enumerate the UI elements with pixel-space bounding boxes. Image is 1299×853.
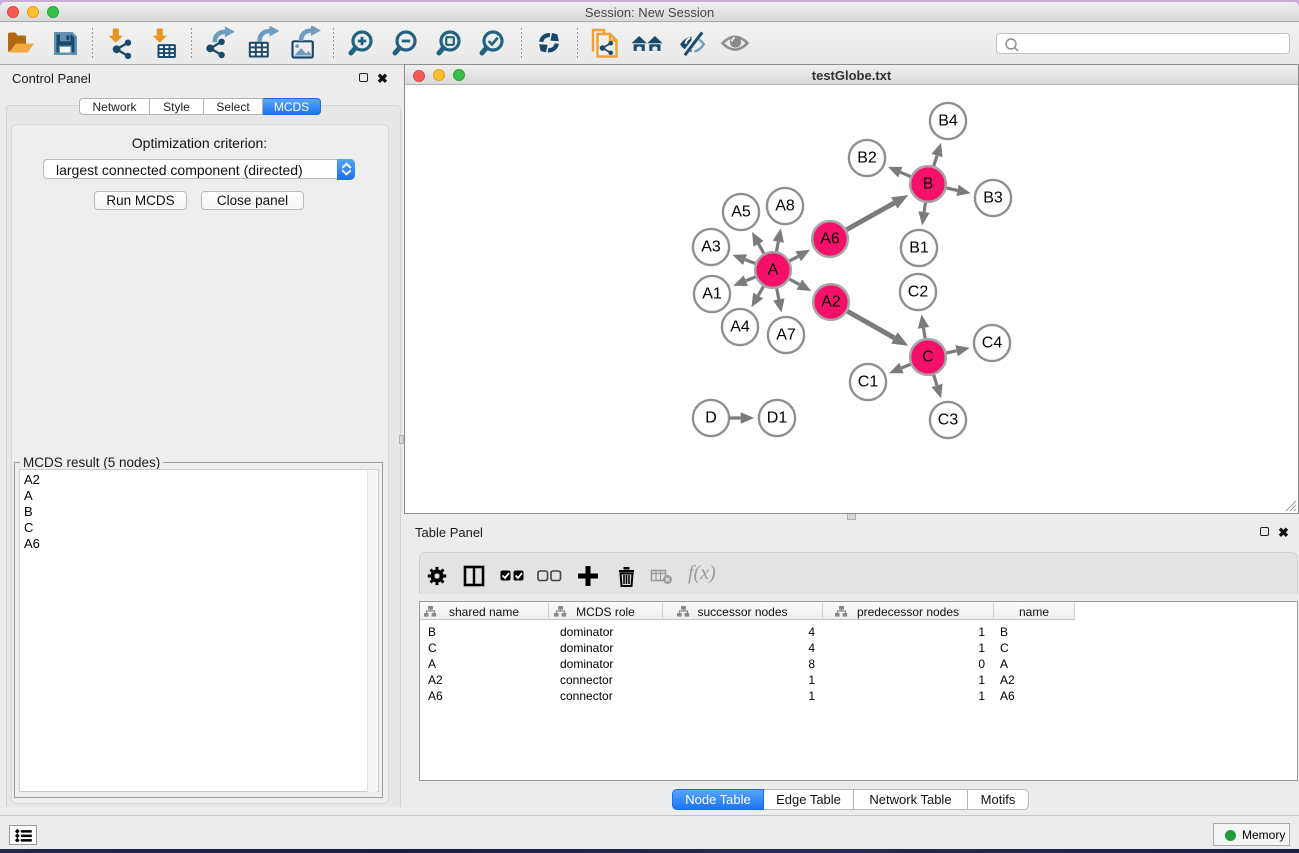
- svg-text:C1: C1: [858, 374, 879, 391]
- svg-text:D: D: [705, 410, 717, 427]
- svg-text:C4: C4: [982, 335, 1003, 352]
- svg-text:C: C: [922, 349, 934, 366]
- svg-text:B4: B4: [938, 113, 958, 130]
- svg-text:C3: C3: [938, 412, 959, 429]
- svg-text:A6: A6: [820, 231, 840, 248]
- svg-text:A2: A2: [821, 294, 841, 311]
- svg-text:B2: B2: [857, 150, 877, 167]
- svg-text:C2: C2: [908, 284, 929, 301]
- svg-text:A3: A3: [701, 239, 721, 256]
- svg-text:A7: A7: [776, 327, 796, 344]
- svg-text:A: A: [768, 262, 779, 279]
- svg-text:A1: A1: [702, 286, 722, 303]
- svg-text:B3: B3: [983, 190, 1003, 207]
- svg-text:A4: A4: [730, 319, 750, 336]
- svg-text:D1: D1: [767, 410, 788, 427]
- svg-text:A8: A8: [775, 198, 795, 215]
- svg-text:B: B: [923, 176, 934, 193]
- svg-text:B1: B1: [909, 240, 929, 257]
- svg-text:A5: A5: [731, 204, 751, 221]
